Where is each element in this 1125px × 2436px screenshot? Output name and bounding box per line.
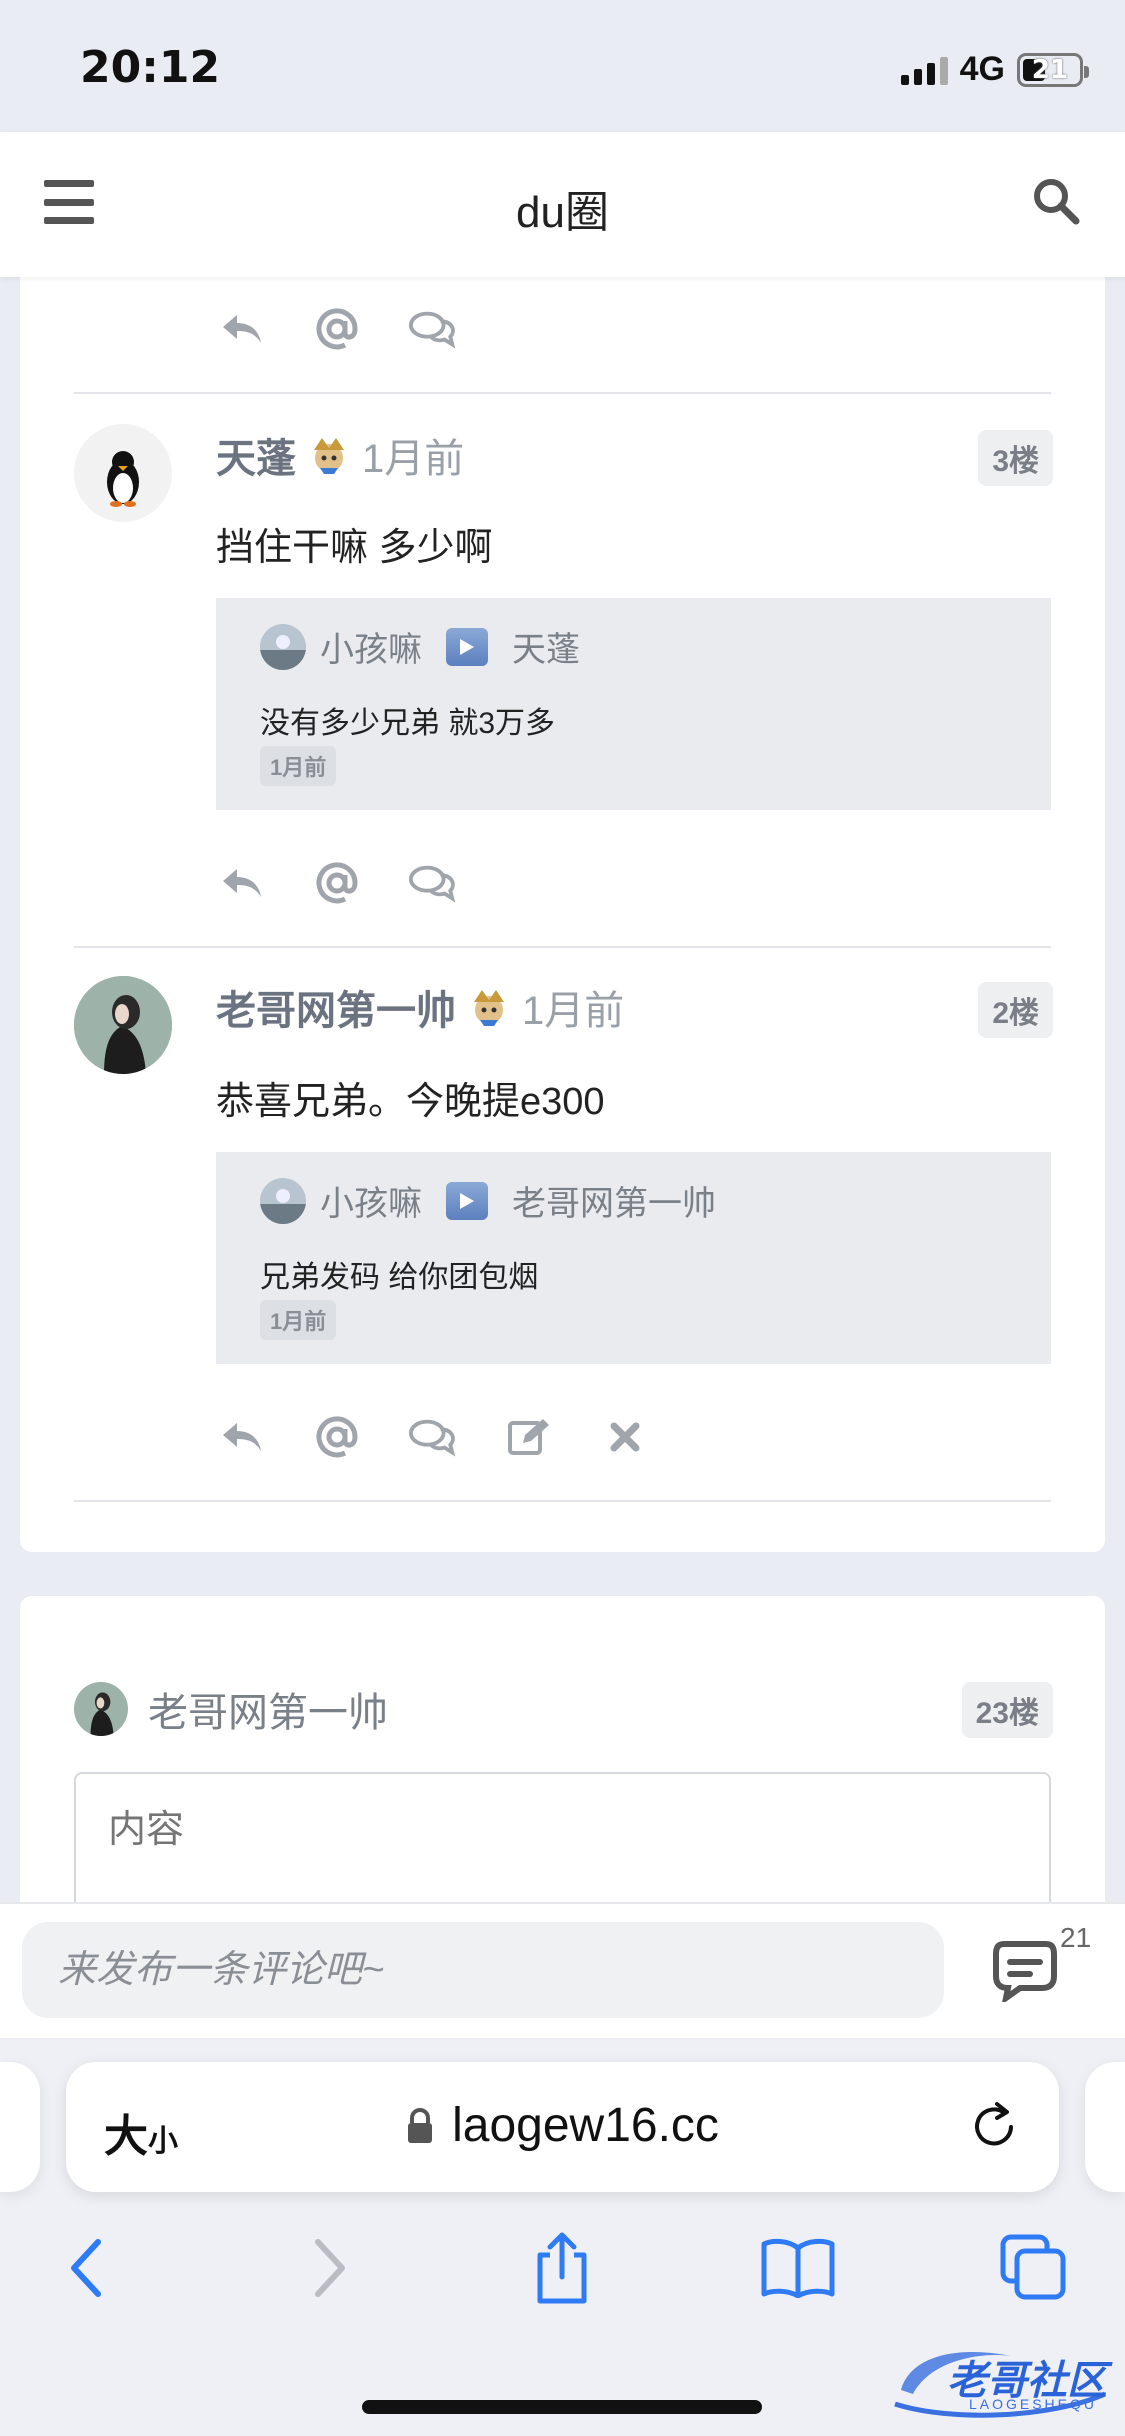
back-icon[interactable] bbox=[46, 2228, 126, 2308]
delete-icon[interactable] bbox=[600, 1412, 650, 1462]
home-indicator bbox=[362, 2400, 762, 2414]
reload-icon[interactable] bbox=[967, 2100, 1021, 2154]
comment-bar: 来发布一条评论吧~ 21 bbox=[0, 1902, 1125, 2038]
commenter-name[interactable]: 天蓬 bbox=[216, 426, 296, 484]
comment-icon[interactable] bbox=[408, 304, 458, 354]
search-icon[interactable] bbox=[1031, 176, 1081, 226]
next-tab-peek[interactable] bbox=[1085, 2062, 1125, 2192]
reply-to: 老哥网第一帅 bbox=[512, 1185, 716, 1223]
comment-input[interactable]: 来发布一条评论吧~ bbox=[22, 1922, 944, 2018]
app-header: du圈 bbox=[0, 132, 1125, 277]
reply-time: 1月前 bbox=[260, 1300, 337, 1340]
comment-body: 恭喜兄弟。今晚提e300 bbox=[216, 1081, 605, 1123]
battery-level: 21 bbox=[1031, 54, 1069, 85]
reply-time: 1月前 bbox=[260, 746, 337, 786]
reply-from: 小孩嘛 bbox=[320, 631, 422, 669]
avatar bbox=[260, 1177, 306, 1224]
floor-badge: 2楼 bbox=[978, 982, 1053, 1038]
url-display[interactable]: laogew16.cc bbox=[66, 2098, 1059, 2153]
play-icon bbox=[446, 1181, 488, 1220]
forward-icon[interactable] bbox=[290, 2228, 370, 2308]
at-icon[interactable] bbox=[312, 858, 362, 908]
url-text: laogew16.cc bbox=[452, 2099, 719, 2152]
reply-from: 小孩嘛 bbox=[320, 1185, 422, 1223]
share-icon[interactable] bbox=[522, 2228, 602, 2308]
browser-nav bbox=[0, 2228, 1125, 2328]
floor-badge: 23楼 bbox=[961, 1682, 1053, 1738]
page-title: du圈 bbox=[516, 188, 609, 237]
divider bbox=[74, 1500, 1051, 1502]
composer-user: 老哥网第一帅 bbox=[74, 1680, 388, 1738]
play-icon bbox=[446, 627, 488, 666]
network-label: 4G bbox=[959, 50, 1005, 88]
quoted-reply: 小孩嘛 天蓬 没有多少兄弟 就3万多 1月前 bbox=[216, 598, 1051, 810]
reply-header: 小孩嘛 老哥网第一帅 bbox=[260, 1176, 716, 1225]
quoted-reply: 小孩嘛 老哥网第一帅 兄弟发码 给你团包烟 1月前 bbox=[216, 1152, 1051, 1364]
comment-time: 1月前 bbox=[522, 989, 625, 1033]
bookmarks-icon[interactable] bbox=[758, 2228, 838, 2308]
comment-time: 1月前 bbox=[362, 437, 465, 481]
watermark-subtext: LAOGESHEQU bbox=[968, 2396, 1097, 2412]
comment-header: 天蓬 1月前 bbox=[216, 426, 464, 484]
avatar bbox=[260, 623, 306, 670]
comment-actions bbox=[216, 858, 458, 908]
tabs-icon[interactable] bbox=[994, 2228, 1074, 2308]
edit-icon[interactable] bbox=[504, 1412, 554, 1462]
comment-icon[interactable] bbox=[408, 1412, 458, 1462]
composer-card: 老哥网第一帅 23楼 bbox=[20, 1596, 1105, 1932]
composer-name: 老哥网第一帅 bbox=[148, 1691, 388, 1735]
reply-icon[interactable] bbox=[216, 1412, 266, 1462]
previous-tab-peek[interactable] bbox=[0, 2062, 40, 2192]
level-badge-icon bbox=[474, 990, 504, 1026]
battery-icon: 21 bbox=[1017, 52, 1089, 87]
comment-icon[interactable] bbox=[990, 1938, 1060, 2002]
status-indicators: 4G 21 bbox=[900, 50, 1089, 89]
address-bar[interactable]: 大小 laogew16.cc bbox=[66, 2062, 1059, 2192]
lock-icon bbox=[408, 2107, 433, 2143]
reply-icon[interactable] bbox=[216, 858, 266, 908]
reply-to: 天蓬 bbox=[512, 631, 580, 669]
avatar[interactable] bbox=[74, 424, 172, 522]
at-icon[interactable] bbox=[312, 1412, 362, 1462]
level-badge-icon bbox=[314, 438, 344, 474]
reply-text: 没有多少兄弟 就3万多 bbox=[260, 707, 556, 740]
reply-icon[interactable] bbox=[216, 304, 266, 354]
comment-header: 老哥网第一帅 1月前 bbox=[216, 978, 624, 1036]
signal-icon bbox=[900, 55, 948, 85]
reply-header: 小孩嘛 天蓬 bbox=[260, 622, 580, 671]
comments-card: 天蓬 1月前 3楼 挡住干嘛 多少啊 小孩嘛 天蓬 没有多少兄弟 就3万多 1月… bbox=[20, 230, 1105, 1552]
comment-body: 挡住干嘛 多少啊 bbox=[216, 527, 493, 569]
status-time: 20:12 bbox=[80, 42, 221, 93]
comment-actions bbox=[216, 1412, 650, 1462]
divider bbox=[74, 392, 1051, 394]
at-icon[interactable] bbox=[312, 304, 362, 354]
comment-count: 21 bbox=[1060, 1922, 1092, 1953]
avatar[interactable] bbox=[74, 976, 172, 1074]
browser-toolbar: 大小 laogew16.cc 老哥社区 LAOGESHEQU bbox=[0, 2038, 1125, 2436]
avatar bbox=[74, 1682, 128, 1736]
divider bbox=[74, 946, 1051, 948]
comment-actions bbox=[216, 304, 458, 354]
commenter-name[interactable]: 老哥网第一帅 bbox=[216, 978, 456, 1036]
comment-icon[interactable] bbox=[408, 858, 458, 908]
status-bar: 20:12 4G 21 bbox=[0, 0, 1125, 132]
reply-text: 兄弟发码 给你团包烟 bbox=[260, 1261, 539, 1294]
floor-badge: 3楼 bbox=[978, 430, 1053, 486]
